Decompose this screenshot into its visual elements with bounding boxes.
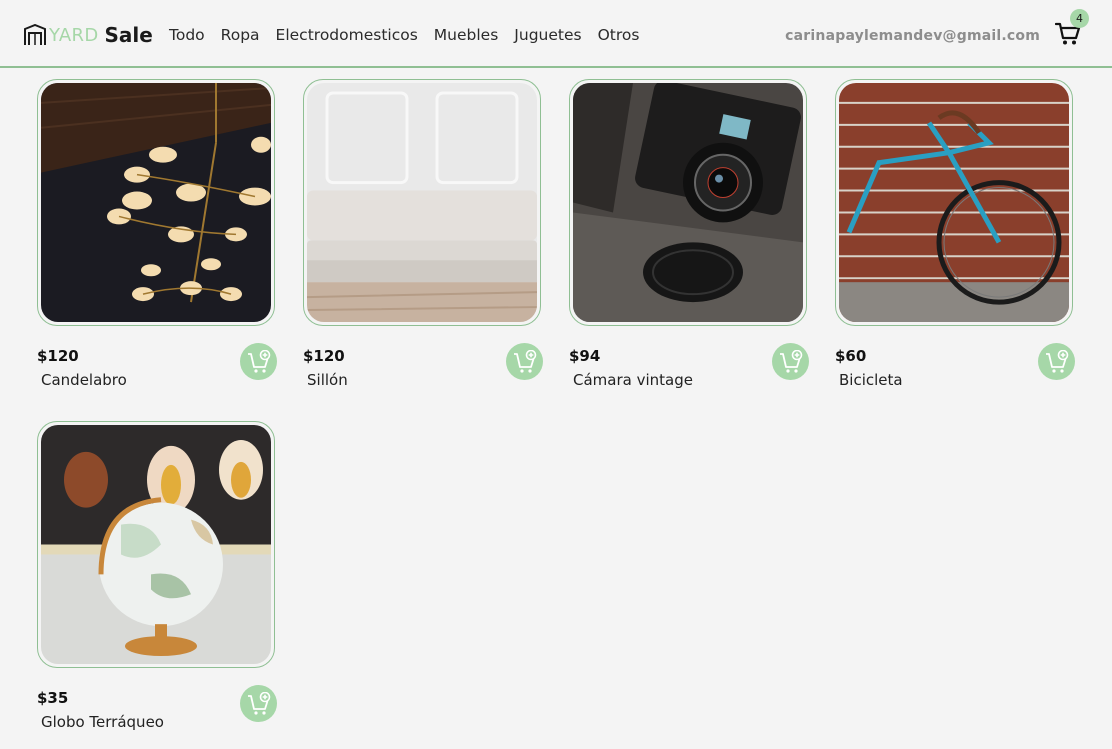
category-nav: Todo Ropa Electrodomesticos Muebles Jugu…: [169, 26, 655, 44]
product-image[interactable]: [37, 421, 275, 668]
product-name: Cámara vintage: [573, 371, 693, 389]
nav-link-otros[interactable]: Otros: [598, 26, 640, 44]
add-to-cart-icon: [247, 349, 270, 373]
nav-link-electrodomesticos[interactable]: Electrodomesticos: [276, 26, 418, 44]
brand-yard-text: YARD: [49, 24, 99, 46]
navbar: YARD Sale Todo Ropa Electrodomesticos Mu…: [0, 0, 1112, 68]
product-card: $120 Sillón: [303, 79, 543, 389]
brand-sale-text: Sale: [104, 23, 153, 47]
product-name: Globo Terráqueo: [41, 713, 164, 731]
product-price: $35: [37, 689, 69, 707]
nav-link-todo[interactable]: Todo: [169, 26, 205, 44]
add-to-cart-icon: [513, 349, 536, 373]
nav-link-ropa[interactable]: Ropa: [221, 26, 260, 44]
product-image[interactable]: [569, 79, 807, 326]
add-to-cart-icon: [1045, 349, 1068, 373]
product-card: $35 Globo Terráqueo: [37, 421, 277, 731]
bicycle-photo: [839, 83, 1069, 322]
chandelier-photo: [41, 83, 271, 322]
product-price: $120: [303, 347, 345, 365]
cart-button[interactable]: 4: [1054, 9, 1089, 48]
product-image[interactable]: [37, 79, 275, 326]
user-email[interactable]: carinapaylemandev@gmail.com: [785, 28, 1040, 44]
add-to-cart-button[interactable]: [1038, 343, 1075, 380]
vintage-camera-photo: [573, 83, 803, 322]
storefront-icon: [24, 24, 46, 45]
add-to-cart-icon: [779, 349, 802, 373]
add-to-cart-button[interactable]: [506, 343, 543, 380]
add-to-cart-icon: [247, 691, 270, 715]
nav-link-muebles[interactable]: Muebles: [434, 26, 499, 44]
product-card: $120 Candelabro: [37, 79, 277, 389]
product-card: $94 Cámara vintage: [569, 79, 809, 389]
product-image[interactable]: [835, 79, 1073, 326]
product-name: Sillón: [307, 371, 348, 389]
add-to-cart-button[interactable]: [240, 343, 277, 380]
product-price: $94: [569, 347, 601, 365]
product-price: $60: [835, 347, 867, 365]
product-image[interactable]: [303, 79, 541, 326]
white-sofa-photo: [307, 83, 537, 322]
add-to-cart-button[interactable]: [772, 343, 809, 380]
add-to-cart-button[interactable]: [240, 685, 277, 722]
cart-count-badge: 4: [1070, 9, 1089, 28]
product-name: Bicicleta: [839, 371, 903, 389]
product-price: $120: [37, 347, 79, 365]
globe-photo: [41, 425, 271, 664]
nav-link-juguetes[interactable]: Juguetes: [514, 26, 581, 44]
product-card: $60 Bicicleta: [835, 79, 1075, 389]
product-name: Candelabro: [41, 371, 127, 389]
brand-logo[interactable]: YARD Sale: [24, 22, 153, 48]
